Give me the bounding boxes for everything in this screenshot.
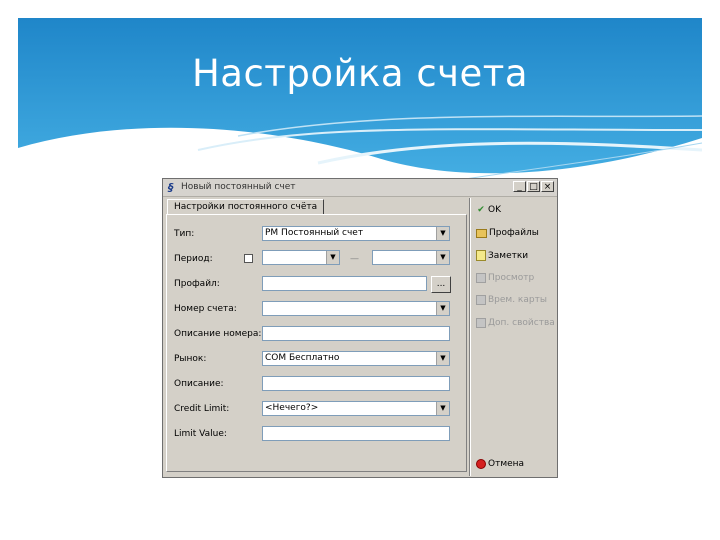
window-title: Новый постоянный счет — [181, 182, 296, 192]
profile-field[interactable] — [262, 276, 427, 291]
view-label: Просмотр — [488, 273, 535, 283]
view-icon — [476, 273, 486, 283]
notes-label: Заметки — [488, 250, 529, 261]
note-icon — [476, 250, 486, 261]
minimize-button[interactable]: _ — [513, 181, 526, 192]
slide-title: Настройка счета — [191, 52, 529, 95]
profile-label: Профайл: — [174, 279, 220, 289]
account-settings-window: § Новый постоянный счет _ □ × Настройки … — [162, 178, 558, 478]
credit-limit-label: Credit Limit: — [174, 404, 230, 414]
chevron-down-icon[interactable]: ▼ — [436, 352, 449, 365]
chevron-down-icon[interactable]: ▼ — [436, 402, 449, 415]
market-value: COM Бесплатно — [265, 353, 340, 363]
cards-label: Врем. карты — [488, 295, 547, 305]
credit-limit-select[interactable]: <Нечего?> ▼ — [262, 401, 450, 416]
profile-browse-button[interactable]: ... — [431, 276, 451, 293]
market-select[interactable]: COM Бесплатно ▼ — [262, 351, 450, 366]
app-icon: § — [168, 181, 174, 194]
description-label: Описание: — [174, 379, 224, 389]
header-banner — [18, 18, 702, 198]
cards-button[interactable]: Врем. карты — [476, 295, 547, 305]
period-separator: — — [350, 254, 359, 264]
cancel-icon — [476, 459, 486, 469]
folder-icon — [476, 228, 487, 238]
notes-button[interactable]: Заметки — [476, 250, 528, 261]
close-button[interactable]: × — [541, 181, 554, 192]
profiles-button[interactable]: Профайлы — [476, 228, 539, 238]
maximize-button[interactable]: □ — [527, 181, 540, 192]
description-field[interactable] — [262, 376, 450, 391]
period-checkbox[interactable] — [244, 254, 253, 263]
ok-button[interactable]: ✔ OK — [476, 205, 501, 215]
chevron-down-icon[interactable]: ▼ — [326, 251, 339, 264]
window-titlebar: § Новый постоянный счет _ □ × — [163, 179, 557, 197]
account-number-select[interactable]: ▼ — [262, 301, 450, 316]
additional-label: Доп. свойства — [488, 318, 555, 328]
account-number-label: Номер счета: — [174, 304, 237, 314]
cancel-label: Отмена — [488, 459, 525, 469]
cancel-button[interactable]: Отмена — [476, 459, 524, 469]
profiles-label: Профайлы — [489, 228, 539, 238]
type-value: PM Постоянный счет — [265, 228, 364, 238]
view-button[interactable]: Просмотр — [476, 273, 534, 283]
additional-button[interactable]: Доп. свойства — [476, 318, 555, 328]
checkmark-icon: ✔ — [477, 205, 485, 215]
number-description-label: Описание номера: — [174, 329, 262, 339]
chevron-down-icon[interactable]: ▼ — [436, 227, 449, 240]
limit-value-field[interactable] — [262, 426, 450, 441]
ok-label: OK — [488, 205, 501, 215]
period-start-select[interactable]: ▼ — [262, 250, 340, 265]
credit-limit-value: <Нечего?> — [265, 403, 319, 413]
limit-value-label: Limit Value: — [174, 429, 227, 439]
type-label: Тип: — [174, 229, 195, 239]
chevron-down-icon[interactable]: ▼ — [436, 302, 449, 315]
number-description-field[interactable] — [262, 326, 450, 341]
tab-account-settings[interactable]: Настройки постоянного счёта — [167, 199, 325, 215]
properties-icon — [476, 318, 486, 328]
chevron-down-icon[interactable]: ▼ — [436, 251, 449, 264]
window-controls: _ □ × — [513, 181, 554, 192]
type-select[interactable]: PM Постоянный счет ▼ — [262, 226, 450, 241]
panel-divider — [469, 198, 471, 476]
period-label: Период: — [174, 254, 213, 264]
card-icon — [476, 295, 486, 305]
market-label: Рынок: — [174, 354, 207, 364]
period-end-select[interactable]: ▼ — [372, 250, 450, 265]
